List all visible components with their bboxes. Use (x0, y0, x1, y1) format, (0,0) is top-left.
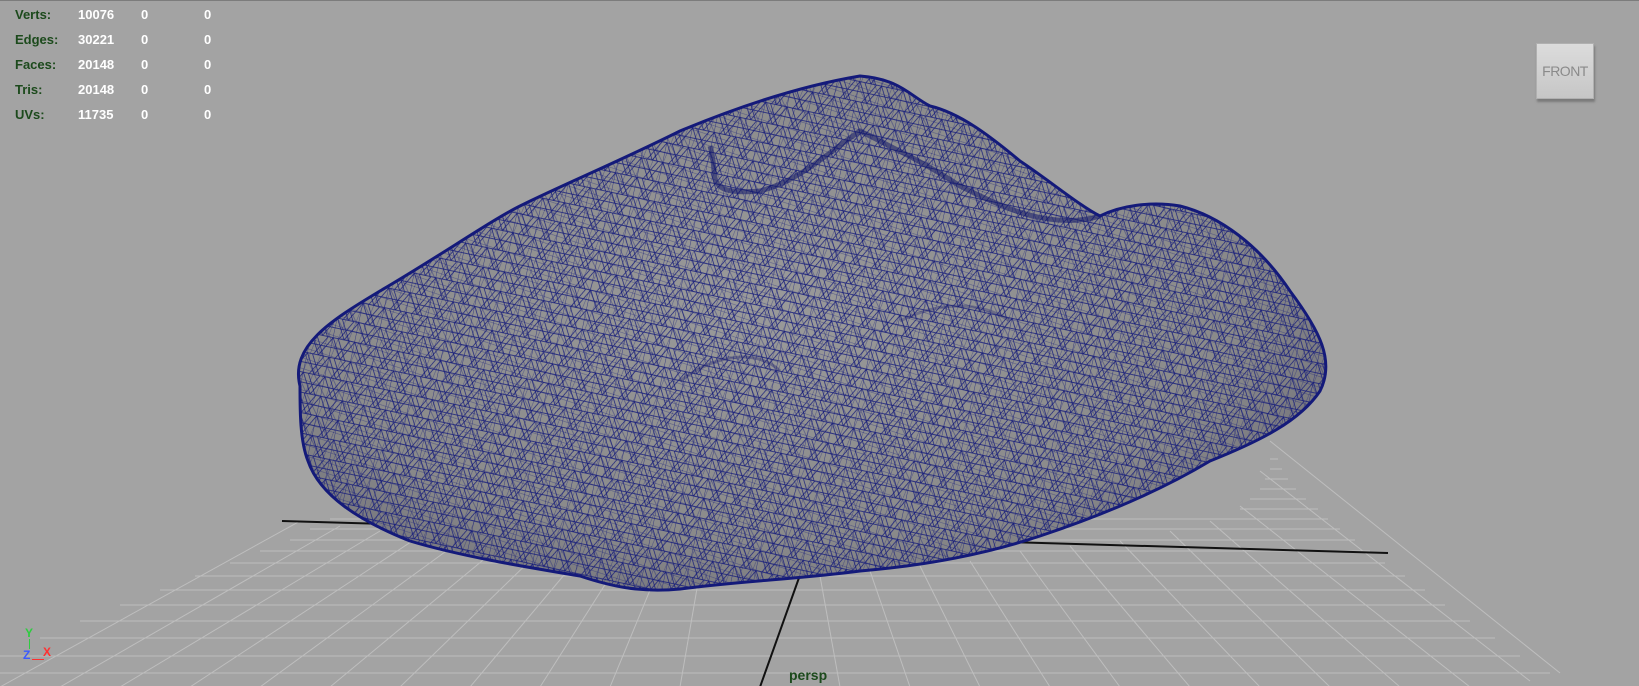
wireframe-mesh-object[interactable] (280, 61, 1350, 601)
poly-count-hud: Verts: 10076 0 0 Edges: 30221 0 0 Faces: 20148 0 0 T… (15, 2, 230, 127)
viewcube-face-label: FRONT (1542, 63, 1588, 79)
hud-row: Verts: 10076 0 0 (15, 2, 230, 27)
hud-label: UVs: (15, 107, 45, 122)
hud-value-selected: 0 (141, 82, 149, 97)
hud-value-object: 11735 (78, 107, 114, 122)
hud-label: Faces: (15, 57, 57, 72)
hud-value-selected: 0 (141, 57, 149, 72)
hud-value-object: 20148 (78, 57, 115, 72)
camera-name-label: persp (789, 667, 828, 683)
hud-label: Tris: (15, 82, 43, 97)
hud-value-selected: 0 (141, 7, 149, 22)
hud-value-selected: 0 (141, 32, 149, 47)
hud-row: Faces: 20148 0 0 (15, 52, 230, 77)
hud-row: Tris: 20148 0 0 (15, 77, 230, 102)
axis-triad: Y Z X (20, 626, 60, 666)
hud-value-object: 10076 (78, 7, 115, 22)
axis-x-line (32, 659, 44, 660)
axis-y-label: Y (25, 626, 34, 640)
hud-value-selected: 0 (141, 107, 149, 122)
hud-row: UVs: 11735 0 0 (15, 102, 230, 127)
hud-value-component: 0 (204, 107, 212, 122)
scene-canvas[interactable] (0, 1, 1639, 686)
viewcube-front-face[interactable]: FRONT (1536, 43, 1594, 99)
hud-value-component: 0 (204, 57, 212, 72)
hud-value-object: 30221 (78, 32, 115, 47)
perspective-viewport[interactable]: Verts: 10076 0 0 Edges: 30221 0 0 Faces: 20148 0 0 T… (0, 0, 1639, 686)
axis-z-label: Z (23, 648, 31, 662)
hud-label: Edges: (15, 32, 59, 47)
hud-value-component: 0 (204, 7, 212, 22)
hud-label: Verts: (15, 7, 52, 22)
hud-value-component: 0 (204, 32, 212, 47)
viewcube[interactable]: FRONT (1536, 43, 1594, 101)
hud-value-component: 0 (204, 82, 212, 97)
hud-value-object: 20148 (78, 82, 115, 97)
axis-x-label: X (43, 645, 52, 659)
hud-row: Edges: 30221 0 0 (15, 27, 230, 52)
